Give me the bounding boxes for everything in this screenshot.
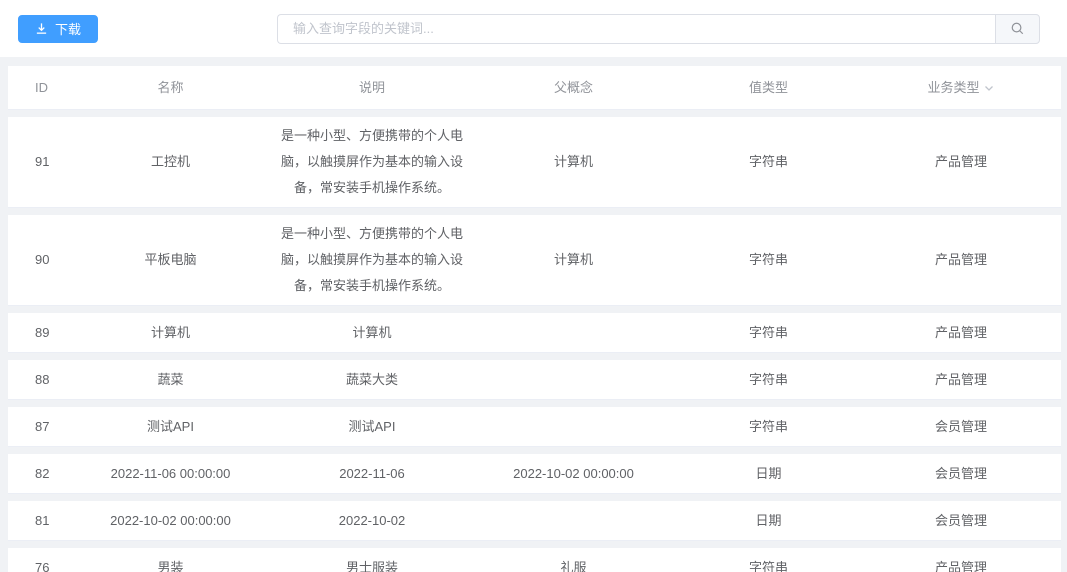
column-header-business-type-label: 业务类型 [927,79,980,95]
cell-value-type: 字符串 [748,418,788,434]
cell-id: 89 [35,324,50,340]
cell-value-type: 字符串 [748,559,788,572]
download-icon [35,22,48,35]
cell-business-type: 会员管理 [934,465,987,481]
cell-description: 2022-11-06 [339,465,405,481]
column-header-description: 说明 [358,79,385,95]
cell-business-type: 会员管理 [934,418,987,434]
cell-description: 2022-10-02 [338,512,406,528]
cell-parent: 计算机 [553,252,593,267]
cell-value-type: 字符串 [748,252,788,267]
cell-description: 测试API [348,418,396,434]
cell-business-type: 产品管理 [934,371,987,387]
cell-name: 男装 [157,559,184,572]
cell-name: 2022-11-06 00:00:00 [110,465,231,481]
cell-id: 76 [35,559,50,572]
cell-value-type: 日期 [755,465,782,481]
concept-table: ID 名称 说明 父概念 值类型 业务类型 91 工控机 是一种小型、方便携带的… [0,57,1067,572]
search-button[interactable] [995,13,1040,44]
cell-description: 计算机 [352,324,392,340]
cell-id: 90 [35,252,50,267]
search-input[interactable] [277,13,995,44]
cell-business-type: 产品管理 [934,252,987,267]
cell-parent: 计算机 [553,154,593,169]
cell-id: 87 [35,418,50,434]
cell-value-type: 日期 [755,512,782,528]
toolbar: 下载 [0,0,1067,57]
search-group [277,13,1040,44]
cell-name: 蔬菜 [157,371,184,387]
table-body: 91 工控机 是一种小型、方便携带的个人电脑，以触摸屏作为基本的输入设备，常安装… [8,117,1061,572]
cell-value-type: 字符串 [748,324,788,340]
cell-parent: 礼服 [560,559,587,572]
cell-name: 计算机 [150,324,190,340]
cell-parent: 2022-10-02 00:00:00 [513,465,634,481]
cell-name: 2022-10-02 00:00:00 [110,512,231,528]
cell-name: 工控机 [150,154,190,169]
column-header-business-type: 业务类型 [861,75,1061,101]
table-row[interactable]: 88 蔬菜 蔬菜大类 字符串 产品管理 [8,360,1061,400]
cell-id: 81 [35,512,50,528]
cell-description: 蔬菜大类 [345,371,398,387]
table-row[interactable]: 91 工控机 是一种小型、方便携带的个人电脑，以触摸屏作为基本的输入设备，常安装… [8,117,1061,208]
cell-description: 男士服装 [345,559,398,572]
cell-value-type: 字符串 [748,154,788,169]
table-row[interactable]: 90 平板电脑 是一种小型、方便携带的个人电脑，以触摸屏作为基本的输入设备，常安… [8,215,1061,306]
cell-business-type: 产品管理 [934,324,987,340]
table-row[interactable]: 87 测试API 测试API 字符串 会员管理 [8,407,1061,447]
download-button[interactable]: 下载 [18,14,99,43]
cell-description: 是一种小型、方便携带的个人电脑，以触摸屏作为基本的输入设备，常安装手机操作系统。 [280,128,463,195]
business-type-filter[interactable]: 业务类型 [927,75,994,101]
cell-business-type: 产品管理 [934,559,987,572]
cell-value-type: 字符串 [748,371,788,387]
chevron-down-icon [980,82,995,94]
cell-business-type: 会员管理 [934,512,987,528]
download-button-label: 下载 [55,22,82,37]
search-icon [1010,21,1025,36]
cell-id: 88 [35,371,50,387]
cell-id: 82 [35,465,50,481]
cell-name: 测试API [147,418,194,434]
column-header-parent: 父概念 [553,79,593,95]
table-header-row: ID 名称 说明 父概念 值类型 业务类型 [8,66,1061,110]
cell-description: 是一种小型、方便携带的个人电脑，以触摸屏作为基本的输入设备，常安装手机操作系统。 [280,226,463,293]
cell-id: 91 [35,154,50,169]
table-row[interactable]: 82 2022-11-06 00:00:00 2022-11-06 2022-1… [8,454,1061,494]
column-header-name: 名称 [157,79,184,95]
table-row[interactable]: 76 男装 男士服装 礼服 字符串 产品管理 [8,548,1061,572]
column-header-id: ID [35,79,48,95]
cell-business-type: 产品管理 [934,154,987,169]
cell-name: 平板电脑 [144,252,197,267]
table-row[interactable]: 81 2022-10-02 00:00:00 2022-10-02 日期 会员管… [8,501,1061,541]
column-header-value-type: 值类型 [748,79,788,95]
table-row[interactable]: 89 计算机 计算机 字符串 产品管理 [8,313,1061,353]
